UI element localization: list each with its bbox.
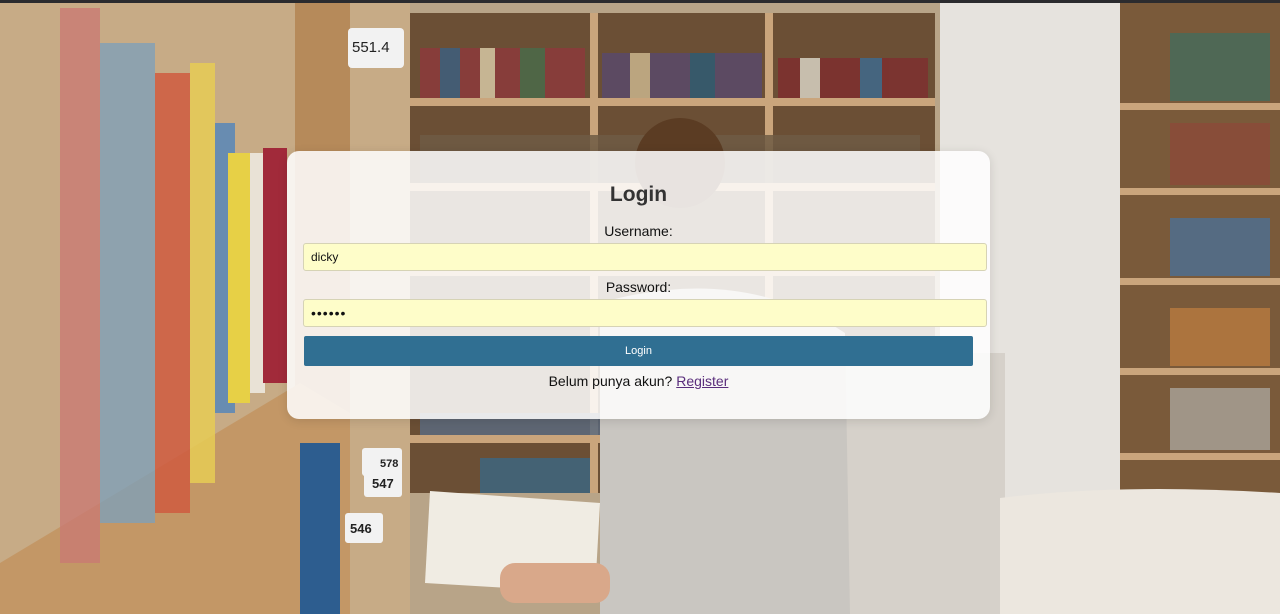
browser-top-edge — [0, 0, 1280, 3]
shelf-label-text: 551.4 — [352, 39, 390, 56]
svg-text:546: 546 — [350, 521, 372, 536]
svg-text:547: 547 — [372, 476, 394, 491]
svg-text:578: 578 — [380, 458, 398, 470]
login-button[interactable]: Login — [304, 336, 973, 366]
register-prompt-text: Belum punya akun? — [548, 373, 673, 389]
username-label: Username: — [604, 223, 673, 239]
password-label: Password: — [605, 279, 672, 295]
login-card: Login Username: Password: Login Belum pu… — [287, 151, 990, 419]
login-page: 551.4 578 547 546 Login Username: dicky … — [0, 0, 1280, 614]
login-title: Login — [609, 183, 668, 206]
register-link[interactable]: Register — [676, 373, 728, 389]
register-prompt-line: Belum punya akun? Register — [287, 373, 990, 389]
username-input[interactable] — [303, 243, 987, 271]
password-input[interactable] — [303, 299, 987, 327]
